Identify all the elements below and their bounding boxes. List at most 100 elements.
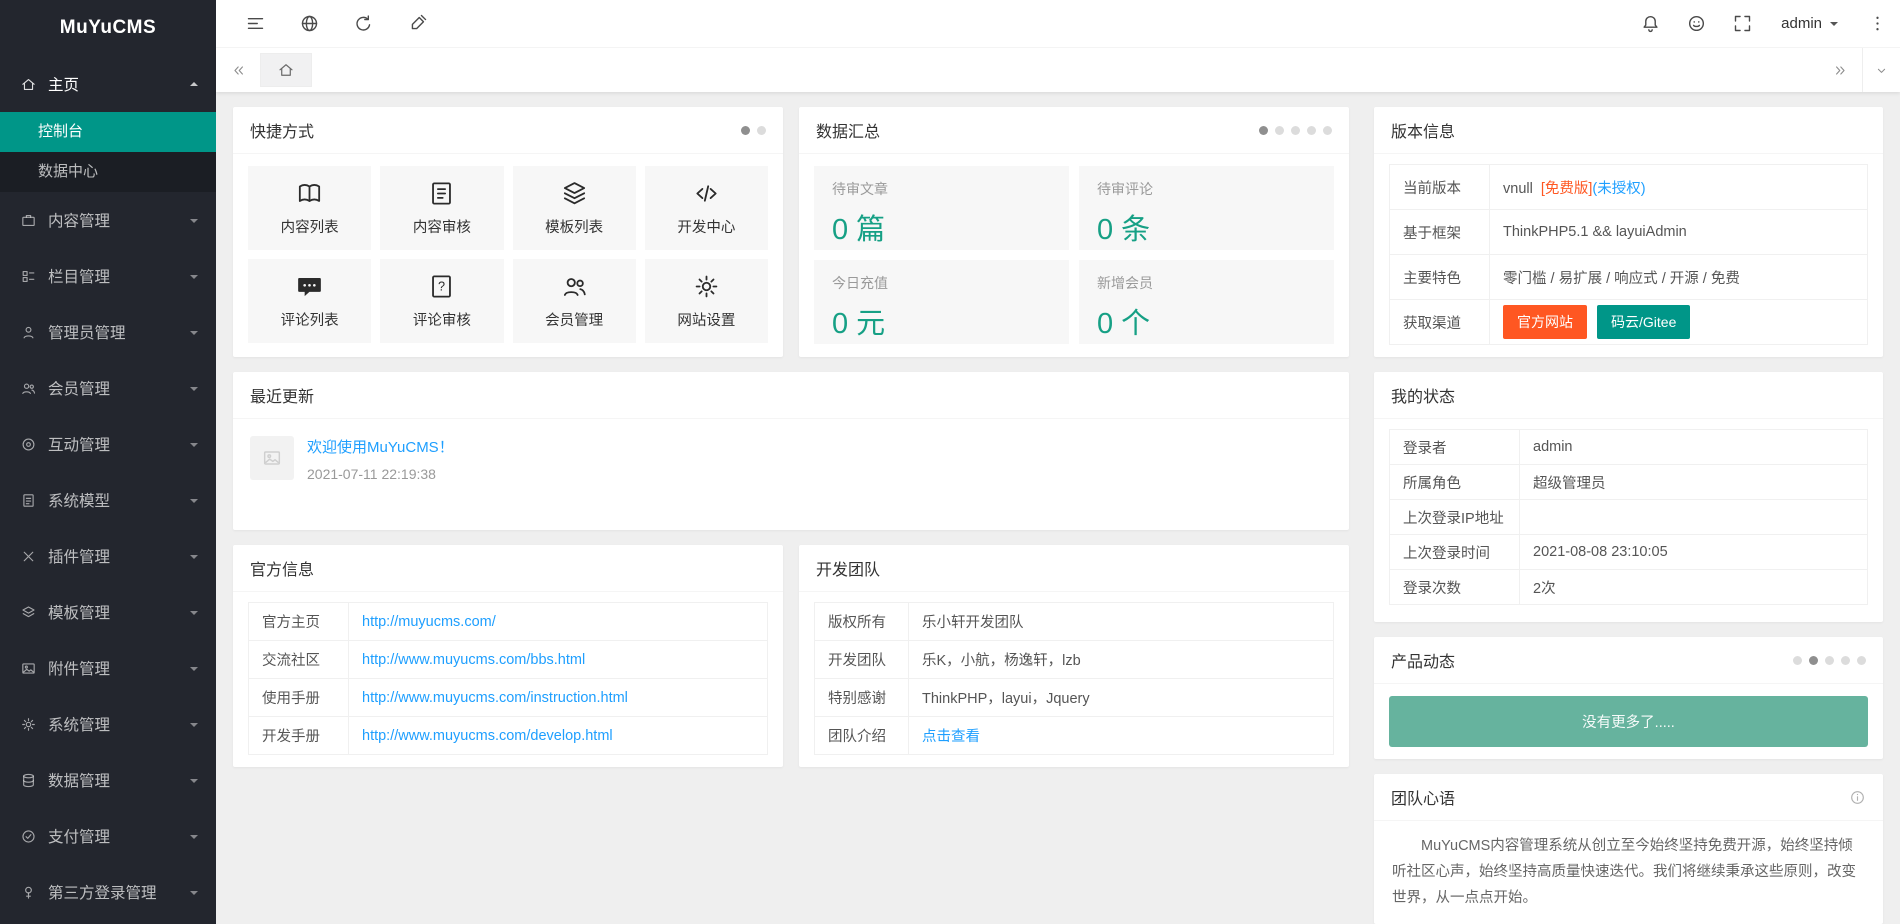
tabs-scroll-left-button[interactable] (216, 48, 260, 92)
shortcut-comment-review[interactable]: ? 评论审核 (380, 259, 503, 343)
content-icon (20, 212, 37, 229)
fullscreen-button[interactable] (1719, 0, 1765, 48)
clear-cache-button[interactable] (390, 0, 444, 48)
carousel-dot[interactable] (1841, 656, 1850, 665)
update-link[interactable]: 欢迎使用MuYuCMS！ (307, 439, 454, 456)
sidebar-item-interaction[interactable]: 互动管理 (0, 416, 216, 472)
sidebar-item-payment[interactable]: 支付管理 (0, 808, 216, 864)
card-title: 数据汇总 (816, 118, 880, 142)
version-info-table: 当前版本 vnull[免费版](未授权) 基于框架 ThinkPHP5.1 &&… (1389, 164, 1868, 345)
shortcut-dev-center[interactable]: 开发中心 (645, 166, 768, 250)
carousel-dot[interactable] (1323, 126, 1332, 135)
card-title: 官方信息 (250, 556, 314, 580)
carousel-dot[interactable] (1259, 126, 1268, 135)
shortcut-content-review[interactable]: 内容审核 (380, 166, 503, 250)
shortcut-label: 内容审核 (413, 216, 471, 237)
gitee-button[interactable]: 码云/Gitee (1597, 305, 1690, 339)
sidebar-item-members[interactable]: 会员管理 (0, 360, 216, 416)
face-icon (1686, 13, 1707, 34)
row-value: 2021-08-08 23:10:05 (1520, 535, 1868, 570)
sidebar-item-thirdparty[interactable]: 第三方登录管理 (0, 864, 216, 920)
model-icon (20, 492, 37, 509)
sidebar-item-console[interactable]: 控制台 (0, 112, 216, 152)
table-row: 版权所有 乐小轩开发团队 (815, 603, 1334, 641)
tabs-scroll-right-button[interactable] (1818, 48, 1862, 92)
sidebar-item-columns[interactable]: 栏目管理 (0, 248, 216, 304)
carousel-dot[interactable] (1793, 656, 1802, 665)
row-label: 使用手册 (249, 679, 349, 717)
row-label: 上次登录时间 (1390, 535, 1520, 570)
official-site-button[interactable]: 官方网站 (1503, 305, 1587, 339)
carousel-dot[interactable] (757, 126, 766, 135)
chevron-down-icon (190, 891, 198, 899)
carousel-dot[interactable] (1857, 656, 1866, 665)
table-row: 特别感谢 ThinkPHP，layui，Jquery (815, 679, 1334, 717)
shortcut-member-manage[interactable]: 会员管理 (513, 259, 636, 343)
code-icon (692, 179, 721, 208)
sidebar-item-label: 栏目管理 (48, 265, 190, 287)
bell-icon (1640, 13, 1661, 34)
sidebar-item-data[interactable]: 数据管理 (0, 752, 216, 808)
dev-manual-link[interactable]: http://www.muyucms.com/develop.html (362, 728, 613, 744)
tabs-menu-button[interactable] (1862, 48, 1900, 92)
site-home-button[interactable] (282, 0, 336, 48)
update-time: 2021-07-11 22:19:38 (307, 466, 454, 482)
carousel-dot[interactable] (1275, 126, 1284, 135)
sidebar-item-admins[interactable]: 管理员管理 (0, 304, 216, 360)
kebab-icon (1867, 13, 1888, 34)
sidebar-item-label: 模板管理 (48, 601, 190, 623)
notifications-button[interactable] (1627, 0, 1673, 48)
carousel-dot[interactable] (1291, 126, 1300, 135)
shortcut-label: 模板列表 (545, 216, 603, 237)
sidebar-item-datacenter[interactable]: 数据中心 (0, 152, 216, 192)
sidebar-item-home[interactable]: 主页 (0, 56, 216, 112)
sidebar-item-attachments[interactable]: 附件管理 (0, 640, 216, 696)
table-row: 官方主页 http://muyucms.com/ (249, 603, 768, 641)
shortcut-template-list[interactable]: 模板列表 (513, 166, 636, 250)
template-icon (20, 604, 37, 621)
interaction-icon (20, 436, 37, 453)
carousel-dot[interactable] (1307, 126, 1316, 135)
carousel-dot[interactable] (1809, 656, 1818, 665)
card-shortcuts: 快捷方式 内容列表 (233, 107, 783, 357)
tab-home[interactable] (260, 53, 312, 87)
table-row: 主要特色 零门槛 / 易扩展 / 响应式 / 开源 / 免费 (1390, 255, 1868, 300)
sidebar-item-label: 系统管理 (48, 713, 190, 735)
sidebar-item-content[interactable]: 内容管理 (0, 192, 216, 248)
carousel-dot[interactable] (1825, 656, 1834, 665)
sidebar-item-templates[interactable]: 模板管理 (0, 584, 216, 640)
row-label: 交流社区 (249, 641, 349, 679)
more-options-button[interactable] (1854, 0, 1900, 48)
refresh-button[interactable] (336, 0, 390, 48)
collapse-menu-button[interactable] (228, 0, 282, 48)
version-number: vnull (1503, 181, 1533, 197)
row-value: ThinkPHP，layui，Jquery (909, 679, 1334, 717)
info-button[interactable] (1849, 789, 1866, 806)
shortcut-comment-list[interactable]: 评论列表 (248, 259, 371, 343)
shortcut-content-list[interactable]: 内容列表 (248, 166, 371, 250)
comment-review-icon: ? (427, 272, 456, 301)
admin-icon (20, 324, 37, 341)
sidebar-item-system[interactable]: 系统管理 (0, 696, 216, 752)
sidebar-item-label: 附件管理 (48, 657, 190, 679)
sidebar-item-models[interactable]: 系统模型 (0, 472, 216, 528)
thirdparty-login-icon (20, 884, 37, 901)
carousel-dot[interactable] (741, 126, 750, 135)
tab-bar (216, 48, 1900, 92)
user-menu[interactable]: admin (1765, 0, 1854, 48)
theme-brush-icon (407, 13, 428, 34)
sidebar-item-plugins[interactable]: 插件管理 (0, 528, 216, 584)
chevron-down-icon (190, 275, 198, 283)
update-item: 欢迎使用MuYuCMS！ 2021-07-11 22:19:38 (307, 436, 454, 482)
table-row: 基于框架 ThinkPHP5.1 && layuiAdmin (1390, 210, 1868, 255)
chevron-down-icon (190, 835, 198, 843)
main-area: admin (216, 0, 1900, 924)
manual-link[interactable]: http://www.muyucms.com/instruction.html (362, 690, 628, 706)
theme-button[interactable] (1673, 0, 1719, 48)
team-intro-link[interactable]: 点击查看 (922, 729, 980, 745)
shortcut-site-settings[interactable]: 网站设置 (645, 259, 768, 343)
community-link[interactable]: http://www.muyucms.com/bbs.html (362, 652, 585, 668)
stat-pending-articles: 待审文章 0 篇 (814, 166, 1069, 250)
row-value: ThinkPHP5.1 && layuiAdmin (1490, 210, 1868, 255)
official-home-link[interactable]: http://muyucms.com/ (362, 614, 496, 630)
